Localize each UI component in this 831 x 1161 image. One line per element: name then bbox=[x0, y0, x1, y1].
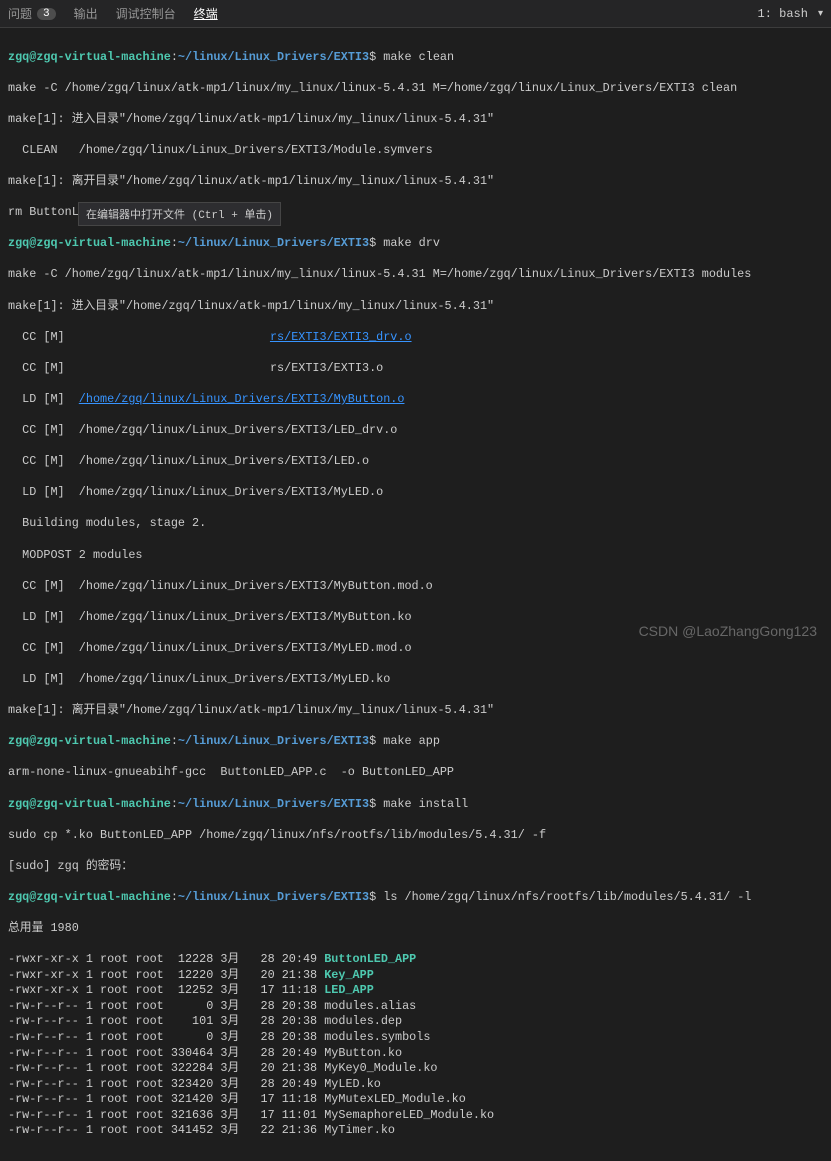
file-link[interactable]: rs/EXTI3/EXTI3_drv.o bbox=[270, 330, 412, 344]
tab-problems-label: 问题 bbox=[8, 5, 32, 22]
output-line: sudo cp *.ko ButtonLED_APP /home/zgq/lin… bbox=[8, 828, 823, 844]
tab-terminal-label: 终端 bbox=[194, 5, 218, 22]
typed-command: make app bbox=[383, 734, 440, 748]
ls-perm: -rwxr-xr-x 1 root root 12228 3月 28 20:49 bbox=[8, 952, 324, 966]
ls-row: -rw-r--r-- 1 root root 323420 3月 28 20:4… bbox=[8, 1077, 823, 1093]
ls-row: -rwxr-xr-x 1 root root 12252 3月 17 11:18… bbox=[8, 983, 823, 999]
output-line: CLEAN /home/zgq/linux/Linux_Drivers/EXTI… bbox=[8, 143, 823, 159]
tab-output-label: 输出 bbox=[74, 5, 98, 22]
tab-output[interactable]: 输出 bbox=[74, 5, 98, 22]
output-line: Building modules, stage 2. bbox=[8, 516, 823, 532]
output-line: rs/EXTI3/EXTI3.o bbox=[270, 361, 383, 375]
output-line: CC [M] /home/zgq/linux/Linux_Drivers/EXT… bbox=[8, 454, 823, 470]
ls-filename: modules.alias bbox=[324, 999, 416, 1013]
output-line: CC [M] /home/zgq/linux/Linux_Drivers/EXT… bbox=[8, 423, 823, 439]
ls-perm: -rw-r--r-- 1 root root 321636 3月 17 11:0… bbox=[8, 1108, 324, 1122]
watermark-text: CSDN @LaoZhangGong123 bbox=[639, 623, 817, 639]
typed-command: make clean bbox=[383, 50, 454, 64]
terminal-shell-selector[interactable]: 1: bash bbox=[758, 7, 808, 21]
ls-filename: modules.symbols bbox=[324, 1030, 430, 1044]
ls-perm: -rw-r--r-- 1 root root 0 3月 28 20:38 bbox=[8, 999, 324, 1013]
tab-debug-console[interactable]: 调试控制台 bbox=[116, 5, 176, 22]
typed-command: ls /home/zgq/linux/nfs/rootfs/lib/module… bbox=[383, 890, 751, 904]
problems-count-badge: 3 bbox=[37, 8, 56, 20]
ls-perm: -rw-r--r-- 1 root root 322284 3月 20 21:3… bbox=[8, 1061, 324, 1075]
ls-row: -rw-r--r-- 1 root root 321420 3月 17 11:1… bbox=[8, 1092, 823, 1108]
ls-row: -rw-r--r-- 1 root root 341452 3月 22 21:3… bbox=[8, 1123, 823, 1139]
ls-row: -rw-r--r-- 1 root root 0 3月 28 20:38 mod… bbox=[8, 1030, 823, 1046]
ls-perm: -rw-r--r-- 1 root root 323420 3月 28 20:4… bbox=[8, 1077, 324, 1091]
chevron-down-icon[interactable]: ▾ bbox=[818, 8, 823, 20]
output-line: arm-none-linux-gnueabihf-gcc ButtonLED_A… bbox=[8, 765, 823, 781]
ls-row: -rw-r--r-- 1 root root 101 3月 28 20:38 m… bbox=[8, 1014, 823, 1030]
typed-command: make drv bbox=[383, 236, 440, 250]
ls-perm: -rw-r--r-- 1 root root 330464 3月 28 20:4… bbox=[8, 1046, 324, 1060]
ls-row: -rw-r--r-- 1 root root 321636 3月 17 11:0… bbox=[8, 1108, 823, 1124]
ls-filename: MyKey0_Module.ko bbox=[324, 1061, 437, 1075]
tab-debug-label: 调试控制台 bbox=[116, 5, 176, 22]
ls-filename: MyTimer.ko bbox=[324, 1123, 395, 1137]
tab-terminal[interactable]: 终端 bbox=[194, 5, 218, 22]
output-line: make[1]: 进入目录"/home/zgq/linux/atk-mp1/li… bbox=[8, 299, 823, 315]
file-link[interactable]: /home/zgq/linux/Linux_Drivers/EXTI3/MyBu… bbox=[79, 392, 405, 406]
ls-perm: -rw-r--r-- 1 root root 0 3月 28 20:38 bbox=[8, 1030, 324, 1044]
output-line: LD [M] /home/zgq/linux/Linux_Drivers/EXT… bbox=[8, 485, 823, 501]
ls-perm: -rwxr-xr-x 1 root root 12252 3月 17 11:18 bbox=[8, 983, 324, 997]
output-line: LD [M] /home/zgq/linux/Linux_Drivers/EXT… bbox=[8, 672, 823, 688]
ls-perm: -rw-r--r-- 1 root root 101 3月 28 20:38 bbox=[8, 1014, 324, 1028]
ls-perm: -rw-r--r-- 1 root root 321420 3月 17 11:1… bbox=[8, 1092, 324, 1106]
output-line: make -C /home/zgq/linux/atk-mp1/linux/my… bbox=[8, 267, 823, 283]
ls-listing: -rwxr-xr-x 1 root root 12228 3月 28 20:49… bbox=[8, 952, 823, 1139]
ls-row: -rwxr-xr-x 1 root root 12220 3月 20 21:38… bbox=[8, 968, 823, 984]
output-line: [sudo] zgq 的密码： bbox=[8, 859, 823, 875]
ls-filename: MyLED.ko bbox=[324, 1077, 381, 1091]
output-line: CC [M] /home/zgq/linux/Linux_Drivers/EXT… bbox=[8, 579, 823, 595]
typed-command: make install bbox=[383, 797, 468, 811]
ls-filename: ButtonLED_APP bbox=[324, 952, 416, 966]
tab-problems[interactable]: 问题 3 bbox=[8, 5, 56, 22]
ls-row: -rwxr-xr-x 1 root root 12228 3月 28 20:49… bbox=[8, 952, 823, 968]
output-line: 总用量 1980 bbox=[8, 921, 823, 937]
prompt-user: zgq@zgq-virtual-machine bbox=[8, 50, 171, 64]
output-line: make[1]: 离开目录"/home/zgq/linux/atk-mp1/li… bbox=[8, 703, 823, 719]
panel-tabbar: 问题 3 输出 调试控制台 终端 1: bash ▾ bbox=[0, 0, 831, 28]
ls-filename: MyButton.ko bbox=[324, 1046, 402, 1060]
output-line: make[1]: 离开目录"/home/zgq/linux/atk-mp1/li… bbox=[8, 174, 823, 190]
ls-filename: LED_APP bbox=[324, 983, 374, 997]
terminal-body[interactable]: zgq@zgq-virtual-machine:~/linux/Linux_Dr… bbox=[0, 28, 831, 1161]
output-line: make[1]: 进入目录"/home/zgq/linux/atk-mp1/li… bbox=[8, 112, 823, 128]
ls-filename: MySemaphoreLED_Module.ko bbox=[324, 1108, 494, 1122]
ls-filename: modules.dep bbox=[324, 1014, 402, 1028]
output-line: CC [M] /home/zgq/linux/Linux_Drivers/EXT… bbox=[8, 641, 823, 657]
ls-perm: -rwxr-xr-x 1 root root 12220 3月 20 21:38 bbox=[8, 968, 324, 982]
ls-filename: MyMutexLED_Module.ko bbox=[324, 1092, 466, 1106]
output-line: MODPOST 2 modules bbox=[8, 548, 823, 564]
ls-filename: Key_APP bbox=[324, 968, 374, 982]
ls-row: -rw-r--r-- 1 root root 322284 3月 20 21:3… bbox=[8, 1061, 823, 1077]
ls-perm: -rw-r--r-- 1 root root 341452 3月 22 21:3… bbox=[8, 1123, 324, 1137]
ls-row: -rw-r--r-- 1 root root 0 3月 28 20:38 mod… bbox=[8, 999, 823, 1015]
output-line: make -C /home/zgq/linux/atk-mp1/linux/my… bbox=[8, 81, 823, 97]
prompt-path: ~/linux/Linux_Drivers/EXTI3 bbox=[178, 50, 369, 64]
ls-row: -rw-r--r-- 1 root root 330464 3月 28 20:4… bbox=[8, 1046, 823, 1062]
link-hover-tooltip: 在编辑器中打开文件 (Ctrl + 单击) bbox=[78, 202, 281, 226]
